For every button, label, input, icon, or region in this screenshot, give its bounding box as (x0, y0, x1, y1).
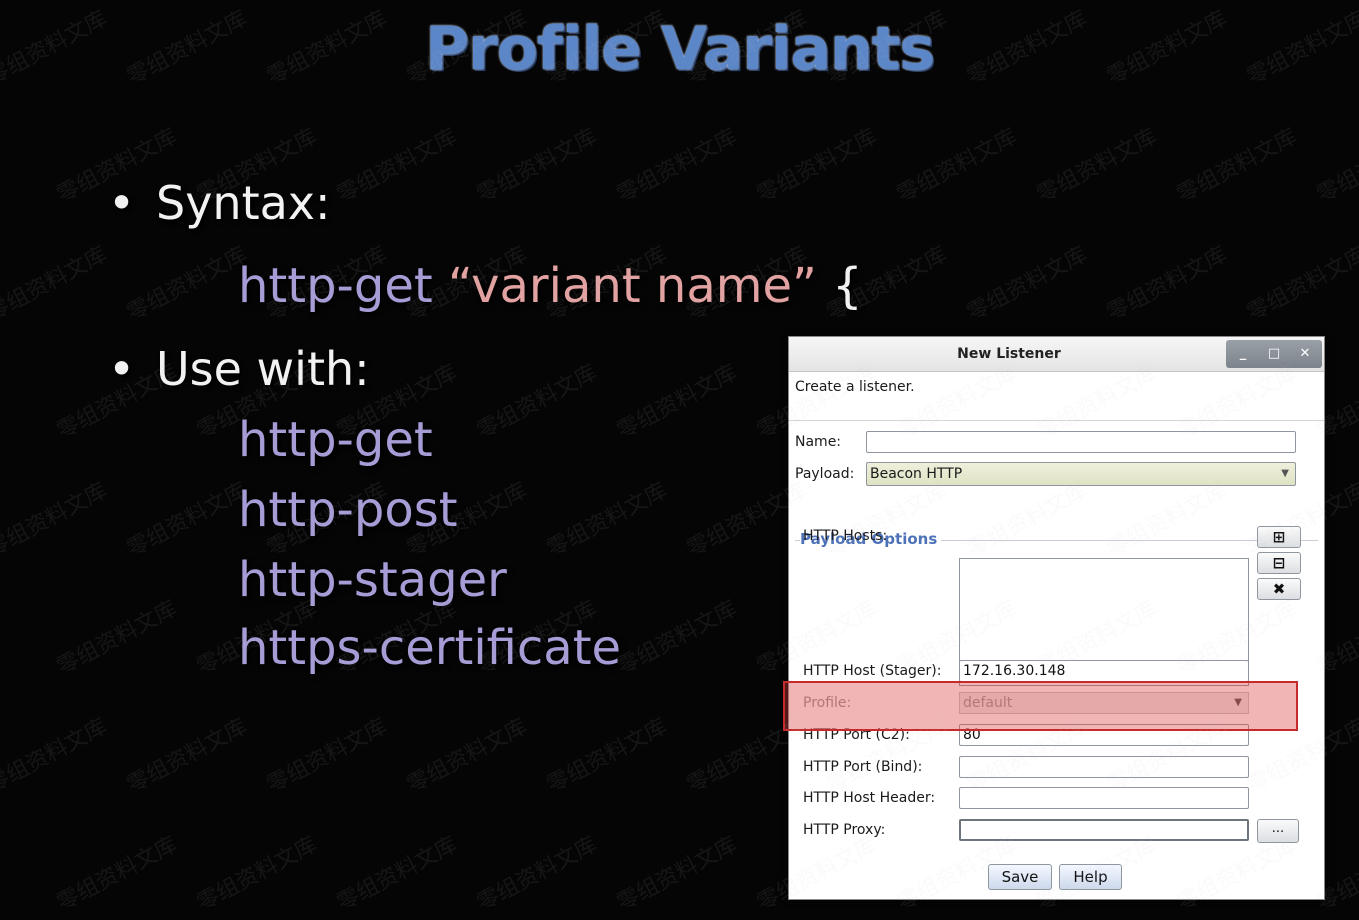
http-port-bind-label: HTTP Port (Bind): (803, 759, 923, 775)
dialog-intro: Create a listener. (795, 379, 915, 395)
http-hosts-label: HTTP Hosts: (803, 528, 888, 544)
divider (789, 420, 1324, 421)
dialog-title: New Listener (957, 346, 1061, 362)
minimize-button[interactable]: _ (1232, 344, 1254, 364)
window-controls: _ □ ✕ (1226, 340, 1322, 368)
http-proxy-field[interactable] (959, 819, 1249, 841)
save-button[interactable]: Save (988, 864, 1052, 890)
use-with-item: http-post (238, 482, 458, 538)
http-host-header-field[interactable] (959, 787, 1249, 809)
name-label: Name: (795, 434, 842, 450)
minus-icon: ⊟ (1272, 554, 1286, 572)
use-with-item: https-certificate (238, 620, 622, 676)
help-button[interactable]: Help (1059, 864, 1122, 890)
new-listener-dialog: New Listener _ □ ✕ Create a listener. Na… (788, 336, 1325, 900)
dialog-titlebar[interactable]: New Listener _ □ ✕ (789, 337, 1324, 372)
bullet-syntax-text: Syntax: (156, 176, 331, 230)
payload-select[interactable]: Beacon HTTP ▼ (866, 462, 1296, 486)
chevron-down-icon: ▼ (1281, 468, 1289, 479)
syntax-variant-name: “variant name” (447, 258, 817, 314)
http-host-header-label: HTTP Host Header: (803, 790, 936, 806)
proxy-browse-button[interactable]: ... (1257, 819, 1299, 843)
name-field[interactable] (866, 431, 1296, 453)
close-icon: ✖ (1272, 580, 1286, 598)
use-with-item: http-get (238, 412, 433, 468)
syntax-brace: { (832, 258, 863, 314)
bullet-dot: • (108, 176, 136, 230)
remove-host-button[interactable]: ⊟ (1257, 552, 1301, 574)
plus-icon: ⊞ (1272, 528, 1286, 546)
syntax-code-line: http-get “variant name” { (238, 258, 863, 314)
maximize-button[interactable]: □ (1263, 344, 1285, 364)
add-host-button[interactable]: ⊞ (1257, 526, 1301, 548)
bullet-use-with: • Use with: (108, 342, 370, 396)
bullet-dot: • (108, 342, 136, 396)
profile-highlight-box (783, 681, 1298, 731)
use-with-item: http-stager (238, 552, 507, 608)
payload-label: Payload: (795, 466, 855, 482)
payload-value: Beacon HTTP (870, 466, 963, 482)
syntax-keyword: http-get (238, 258, 433, 314)
http-host-stager-label: HTTP Host (Stager): (803, 663, 942, 679)
dialog-content: Create a listener. Name: Payload: Beacon… (789, 372, 1324, 899)
close-button[interactable]: ✕ (1294, 344, 1316, 364)
http-proxy-label: HTTP Proxy: (803, 822, 886, 838)
slide-title: Profile Variants (425, 14, 935, 84)
bullet-use-with-text: Use with: (156, 342, 370, 396)
clear-hosts-button[interactable]: ✖ (1257, 578, 1301, 600)
http-port-bind-field[interactable] (959, 756, 1249, 778)
http-host-stager-field[interactable]: 172.16.30.148 (959, 660, 1249, 682)
bullet-syntax: • Syntax: (108, 176, 331, 230)
